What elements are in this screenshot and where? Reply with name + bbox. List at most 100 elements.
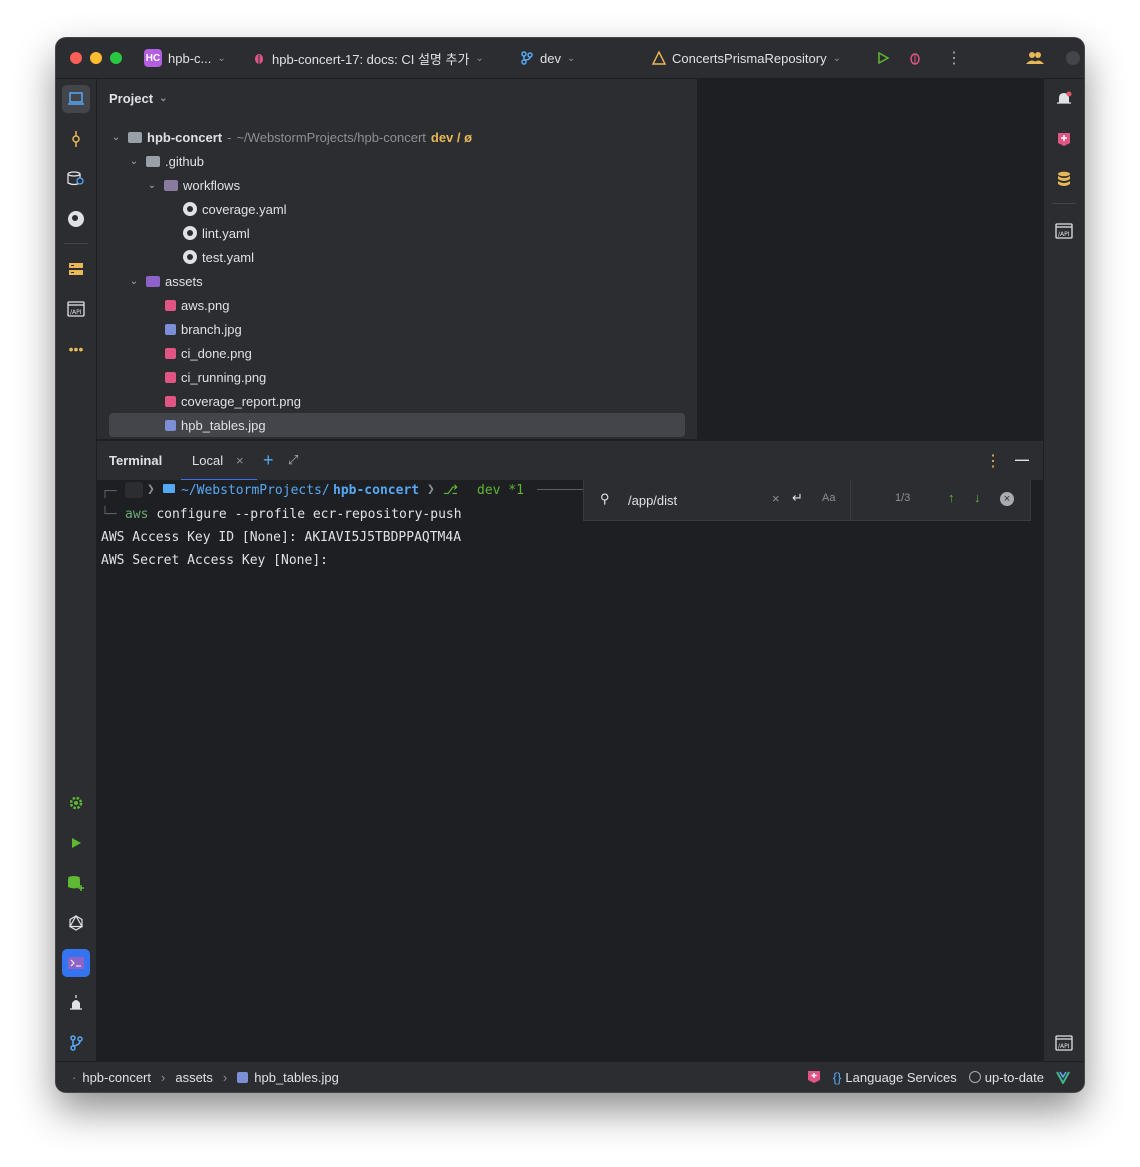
structure-tool-button[interactable] [62, 255, 90, 283]
chevron-down-icon[interactable]: ⌄ [109, 132, 123, 143]
close-icon[interactable]: × [236, 453, 244, 468]
language-services-widget[interactable]: {} Language Services [833, 1070, 957, 1085]
chevron-down-icon: ⌄ [475, 52, 484, 64]
image-file-icon [165, 347, 176, 359]
tree-item-label: coverage_report.png [181, 393, 301, 409]
tree-item-coverage-report-png[interactable]: coverage_report.png [109, 389, 685, 413]
tree-item-github[interactable]: ⌄ .github [109, 149, 685, 173]
run-config-icon [652, 51, 666, 65]
notifications-button[interactable] [1050, 85, 1078, 113]
tree-item-branch-jpg[interactable]: branch.jpg [109, 317, 685, 341]
maximize-window-button[interactable] [110, 52, 122, 64]
tree-item-lint-yaml[interactable]: lint.yaml [109, 221, 685, 245]
more-vertical-icon[interactable]: ⋮ [985, 451, 1001, 471]
graphql-tool-button[interactable] [62, 909, 90, 937]
status-bar: · hpb-concert › assets › hpb_tables.jpg … [56, 1061, 1084, 1092]
breadcrumb-file[interactable]: hpb_tables.jpg [254, 1070, 339, 1085]
debug-button[interactable] [908, 38, 922, 78]
commit-tool-button[interactable] [62, 125, 90, 153]
tree-item-label: assets [165, 273, 203, 289]
expand-icon[interactable]: ⤢ [288, 452, 298, 468]
git-tool-button[interactable] [62, 1029, 90, 1057]
tree-item-test-yaml[interactable]: test.yaml [109, 245, 685, 269]
tree-item-aws-png[interactable]: aws.png [109, 293, 685, 317]
title-bar: HC hpb-c... ⌄ hpb-concert-17: docs: CI 설… [56, 38, 1084, 79]
match-case-toggle[interactable]: Aa [822, 492, 835, 504]
divider [1052, 203, 1076, 204]
chevron-down-icon: ⌄ [159, 93, 168, 104]
tree-item-workflows[interactable]: ⌄ workflows [109, 173, 685, 197]
project-panel-header[interactable]: Project ⌄ [109, 91, 167, 106]
tree-root[interactable]: ⌄ hpb-concert - ~/WebstormProjects/hpb-c… [109, 125, 685, 149]
search-input[interactable] [628, 490, 768, 510]
divider [64, 243, 88, 244]
project-name: hpb-c... [168, 50, 212, 66]
hide-panel-button[interactable]: — [1015, 451, 1029, 467]
breadcrumb-root[interactable]: hpb-concert [82, 1070, 151, 1085]
task-switcher[interactable]: hpb-concert-17: docs: CI 설명 추가 ⌄ [252, 38, 484, 78]
services-tool-button[interactable] [62, 789, 90, 817]
minimize-window-button[interactable] [90, 52, 102, 64]
database-tool-button[interactable] [1050, 165, 1078, 193]
ai-assistant-icon[interactable] [807, 1070, 821, 1084]
task-name: hpb-concert-17: docs: CI 설명 추가 [272, 51, 470, 67]
run-config-selector[interactable]: ConcertsPrismaRepository ⌄ [652, 38, 841, 78]
right-tool-strip: /API /API [1043, 79, 1084, 1062]
more-actions-button[interactable]: ⋮ [946, 38, 962, 78]
database-explorer-button[interactable] [62, 165, 90, 193]
problems-tool-button[interactable] [62, 989, 90, 1017]
arrow-up-icon[interactable]: ↑ [948, 490, 955, 505]
tree-item-hpb-tables-jpg[interactable]: hpb_tables.jpg [109, 413, 685, 437]
run-tool-button[interactable] [62, 829, 90, 857]
search-icon[interactable]: ⚲ [600, 491, 610, 507]
terminal-tool-button[interactable] [62, 949, 90, 977]
vue-icon[interactable] [1056, 1070, 1070, 1084]
command-args: configure --profile ecr-repository-push [156, 507, 462, 522]
ai-assistant-button[interactable] [1050, 125, 1078, 153]
run-button[interactable] [876, 38, 890, 78]
tree-item-ci-done-png[interactable]: ci_done.png [109, 341, 685, 365]
github-tool-button[interactable] [62, 205, 90, 233]
close-search-button[interactable]: × [1000, 492, 1014, 506]
tree-item-label: hpb_tables.jpg [181, 417, 266, 433]
tree-item-assets[interactable]: ⌄ assets [109, 269, 685, 293]
chevron-down-icon[interactable]: ⌄ [145, 180, 159, 191]
endpoints-tool-button[interactable]: /API [1050, 217, 1078, 245]
search-everywhere-icon [1066, 51, 1080, 65]
github-folder-icon [146, 155, 160, 167]
apple-icon [125, 482, 143, 498]
vcs-branch-switcher[interactable]: dev ⌄ [520, 38, 575, 78]
breadcrumb-folder[interactable]: assets [175, 1070, 213, 1085]
tree-item-label: branch.jpg [181, 321, 242, 337]
settings-button[interactable] [1066, 38, 1080, 78]
tree-item-ci-running-png[interactable]: ci_running.png [109, 365, 685, 389]
language-services-label: Language Services [845, 1069, 957, 1085]
code-with-me-button[interactable] [1026, 38, 1044, 78]
left-tool-strip: /API ••• [56, 79, 97, 1062]
new-tab-button[interactable]: + [263, 450, 274, 471]
database-search-icon [67, 171, 84, 186]
vcs-status-widget[interactable]: up-to-date [968, 1070, 1044, 1085]
prompt-branch: dev *1 [477, 483, 524, 498]
tab-label: Local [192, 453, 224, 468]
clear-search-icon[interactable]: × [772, 491, 780, 506]
terminal-output[interactable]: ┌─ ❯ ~/WebstormProjects/ hpb-concert ❯ ⎇… [97, 480, 1043, 1062]
arrow-down-icon[interactable]: ↓ [974, 490, 981, 505]
chevron-down-icon[interactable]: ⌄ [127, 276, 141, 287]
close-window-button[interactable] [70, 52, 82, 64]
chevron-down-icon: ⌄ [832, 52, 841, 64]
endpoints-bottom-button[interactable]: /API [1050, 1029, 1078, 1057]
multiline-icon[interactable]: ↵ [792, 490, 803, 506]
more-tools-button[interactable]: ••• [62, 335, 90, 363]
tree-item-label: test.yaml [202, 249, 255, 265]
tree-root-label: hpb-concert [147, 129, 223, 145]
tab-local[interactable]: Local × [181, 441, 257, 481]
chevron-down-icon: ⌄ [566, 52, 576, 64]
database-changes-button[interactable] [62, 869, 90, 897]
project-tool-button[interactable] [62, 85, 90, 113]
project-switcher[interactable]: HC hpb-c... ⌄ [144, 38, 226, 78]
http-client-tool-button[interactable]: /API [62, 295, 90, 323]
divider [850, 480, 851, 520]
chevron-down-icon[interactable]: ⌄ [127, 156, 141, 167]
tree-item-coverage-yaml[interactable]: coverage.yaml [109, 197, 685, 221]
